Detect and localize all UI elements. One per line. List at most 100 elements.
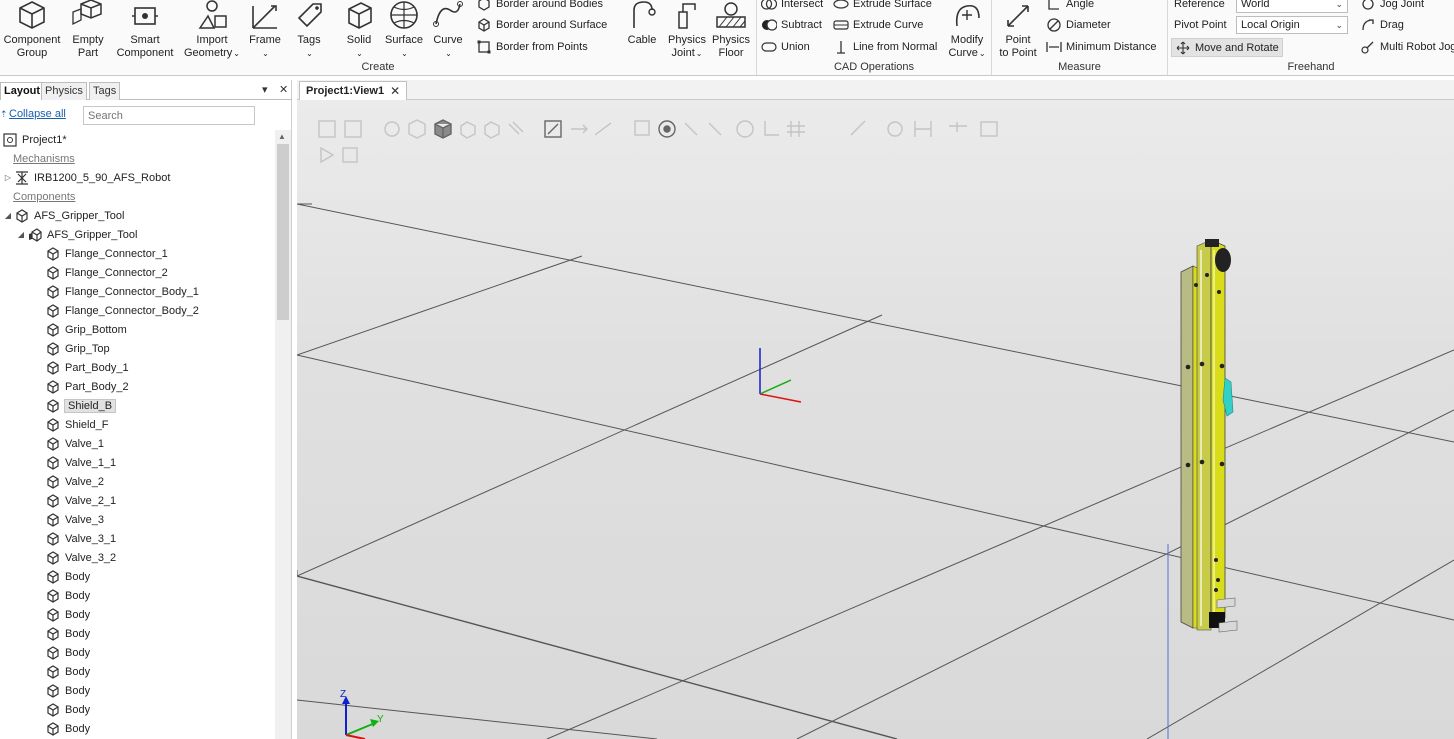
jog-joint-button[interactable]: Jog Joint [1360,0,1424,13]
tree-item[interactable]: Body [46,700,90,719]
union-button[interactable]: Union [761,38,810,56]
select-body-icon[interactable] [434,119,452,139]
reference-select[interactable]: World ⌄ [1236,0,1348,13]
tree-item[interactable]: Body [46,605,90,624]
tree-item[interactable]: Valve_3 [46,510,104,529]
multi-robot-jog-button[interactable]: Multi Robot Jog [1360,38,1454,56]
collapse-all-icon[interactable]: ⇡ [0,109,8,120]
intersect-button[interactable]: Intersect [761,0,823,13]
tab-tags[interactable]: Tags [89,82,121,100]
tab-physics[interactable]: Physics [41,82,87,100]
measure-min-distance-icon[interactable] [914,121,932,137]
view-all-icon[interactable] [318,120,336,138]
tree-item[interactable]: Body [46,586,90,605]
tree-item[interactable]: Flange_Connector_2 [46,263,168,282]
extrude-curve-button[interactable]: Extrude Curve [833,16,923,34]
expand-toggle-icon[interactable]: ◢ [16,230,26,239]
snap-local-icon[interactable] [764,121,779,136]
scroll-thumb[interactable] [277,144,289,320]
physics-floor-button[interactable]: Physics Floor [710,0,752,60]
tree-item[interactable]: Body [46,681,90,700]
tags-button[interactable]: Tags ⌄ [288,0,330,60]
point-to-point-button[interactable]: Point to Point [994,0,1042,60]
tree-item[interactable]: Valve_1 [46,434,104,453]
snap-line-icon[interactable] [594,122,612,136]
tree-item[interactable]: Body [46,624,90,643]
tree-item[interactable]: Valve_3_2 [46,548,116,567]
scroll-up-icon[interactable]: ▲ [278,132,286,141]
zoom-selection-icon[interactable] [344,120,362,138]
border-around-surface-button[interactable]: Border around Surface [476,16,607,34]
expand-toggle-icon[interactable]: ◢ [3,211,13,220]
drag-button[interactable]: Drag [1360,16,1404,34]
line-from-normal-button[interactable]: Line from Normal [833,38,937,56]
minimum-distance-button[interactable]: Minimum Distance [1046,38,1156,56]
component-group-button[interactable]: Component Group [0,0,64,60]
snap-pattern-icon[interactable] [787,121,805,137]
measure-angle-icon[interactable] [887,121,903,137]
solid-button[interactable]: Solid ⌄ [338,0,380,60]
tree-item[interactable]: Grip_Top [46,339,110,358]
select-target-icon[interactable] [508,121,524,135]
extrude-surface-button[interactable]: Extrude Surface [833,0,932,13]
border-from-points-button[interactable]: Border from Points [476,38,588,56]
tree-item[interactable]: Body [46,719,90,738]
tree-section-header[interactable]: Components [13,187,75,206]
tree-item[interactable]: ◢ AFS_Gripper_Tool [3,206,125,225]
3d-viewport[interactable]: Z Y [297,100,1454,739]
panel-pin-icon[interactable]: ▾ [262,83,268,96]
snap-edge-icon[interactable] [684,122,722,136]
measure-hold-icon[interactable] [949,122,967,132]
tree-section-header[interactable]: Mechanisms [13,149,75,168]
tree-item[interactable]: Valve_1_1 [46,453,116,472]
play-icon[interactable] [320,146,335,164]
import-geometry-button[interactable]: Import Geometry⌄ [181,0,243,60]
snap-arrow-icon[interactable] [571,124,588,134]
border-around-bodies-button[interactable]: Border around Bodies [476,0,603,13]
tree-item[interactable]: Grip_Bottom [46,320,127,339]
modify-curve-button[interactable]: Modify Curve⌄ [945,0,989,60]
tree-item[interactable]: Valve_2 [46,472,104,491]
subtract-button[interactable]: Subtract [761,16,822,34]
measure-clear-icon[interactable] [980,121,998,137]
tab-layout[interactable]: Layout [0,82,45,100]
snap-grid-icon[interactable] [634,120,650,136]
empty-part-button[interactable]: Empty Part [67,0,109,60]
smart-component-button[interactable]: Smart Component [111,0,179,60]
tab-project1-view1[interactable]: Project1:View1 ✕ [299,81,408,100]
tree-item[interactable]: Flange_Connector_Body_2 [46,301,199,320]
tree-item[interactable]: Project1* [3,130,67,149]
surface-button[interactable]: Surface ⌄ [382,0,426,60]
physics-joint-button[interactable]: Physics Joint⌄ [666,0,708,60]
angle-button[interactable]: Angle [1046,0,1094,13]
tree-item[interactable]: Body [46,567,90,586]
move-and-rotate-button[interactable]: Move and Rotate [1171,38,1283,57]
stop-icon[interactable] [342,147,358,163]
frame-button[interactable]: Frame ⌄ [245,0,285,60]
tree-item[interactable]: Flange_Connector_1 [46,244,168,263]
tree-item[interactable]: Shield_B [46,396,117,415]
tree-item[interactable]: ▷ IRB1200_5_90_AFS_Robot [3,168,170,187]
select-surface-icon[interactable] [408,119,426,139]
select-mechanism-icon[interactable] [484,121,500,139]
measure-distance-icon[interactable] [850,120,866,136]
close-icon[interactable]: ✕ [390,84,400,98]
tree-item[interactable]: Part_Body_1 [46,358,129,377]
panel-close-icon[interactable]: ✕ [279,83,288,96]
tree-item[interactable]: Part_Body_2 [46,377,129,396]
pivot-point-select[interactable]: Local Origin ⌄ [1236,16,1348,34]
select-curve-icon[interactable] [384,121,400,137]
cable-button[interactable]: Cable [622,0,662,47]
expand-toggle-icon[interactable]: ▷ [3,173,13,182]
search-input[interactable] [83,106,255,125]
tree-scrollbar[interactable]: ▲ [275,130,291,739]
snap-center-icon[interactable] [736,120,754,138]
tree-item[interactable]: Valve_3_1 [46,529,116,548]
tree-item[interactable]: Valve_2_1 [46,491,116,510]
tree-item[interactable]: Body [46,643,90,662]
select-part-icon[interactable] [460,121,476,139]
tree-item[interactable]: Body [46,662,90,681]
tree-item[interactable]: Flange_Connector_Body_1 [46,282,199,301]
collapse-all-link[interactable]: Collapse all [9,108,66,120]
curve-button[interactable]: Curve ⌄ [428,0,468,60]
